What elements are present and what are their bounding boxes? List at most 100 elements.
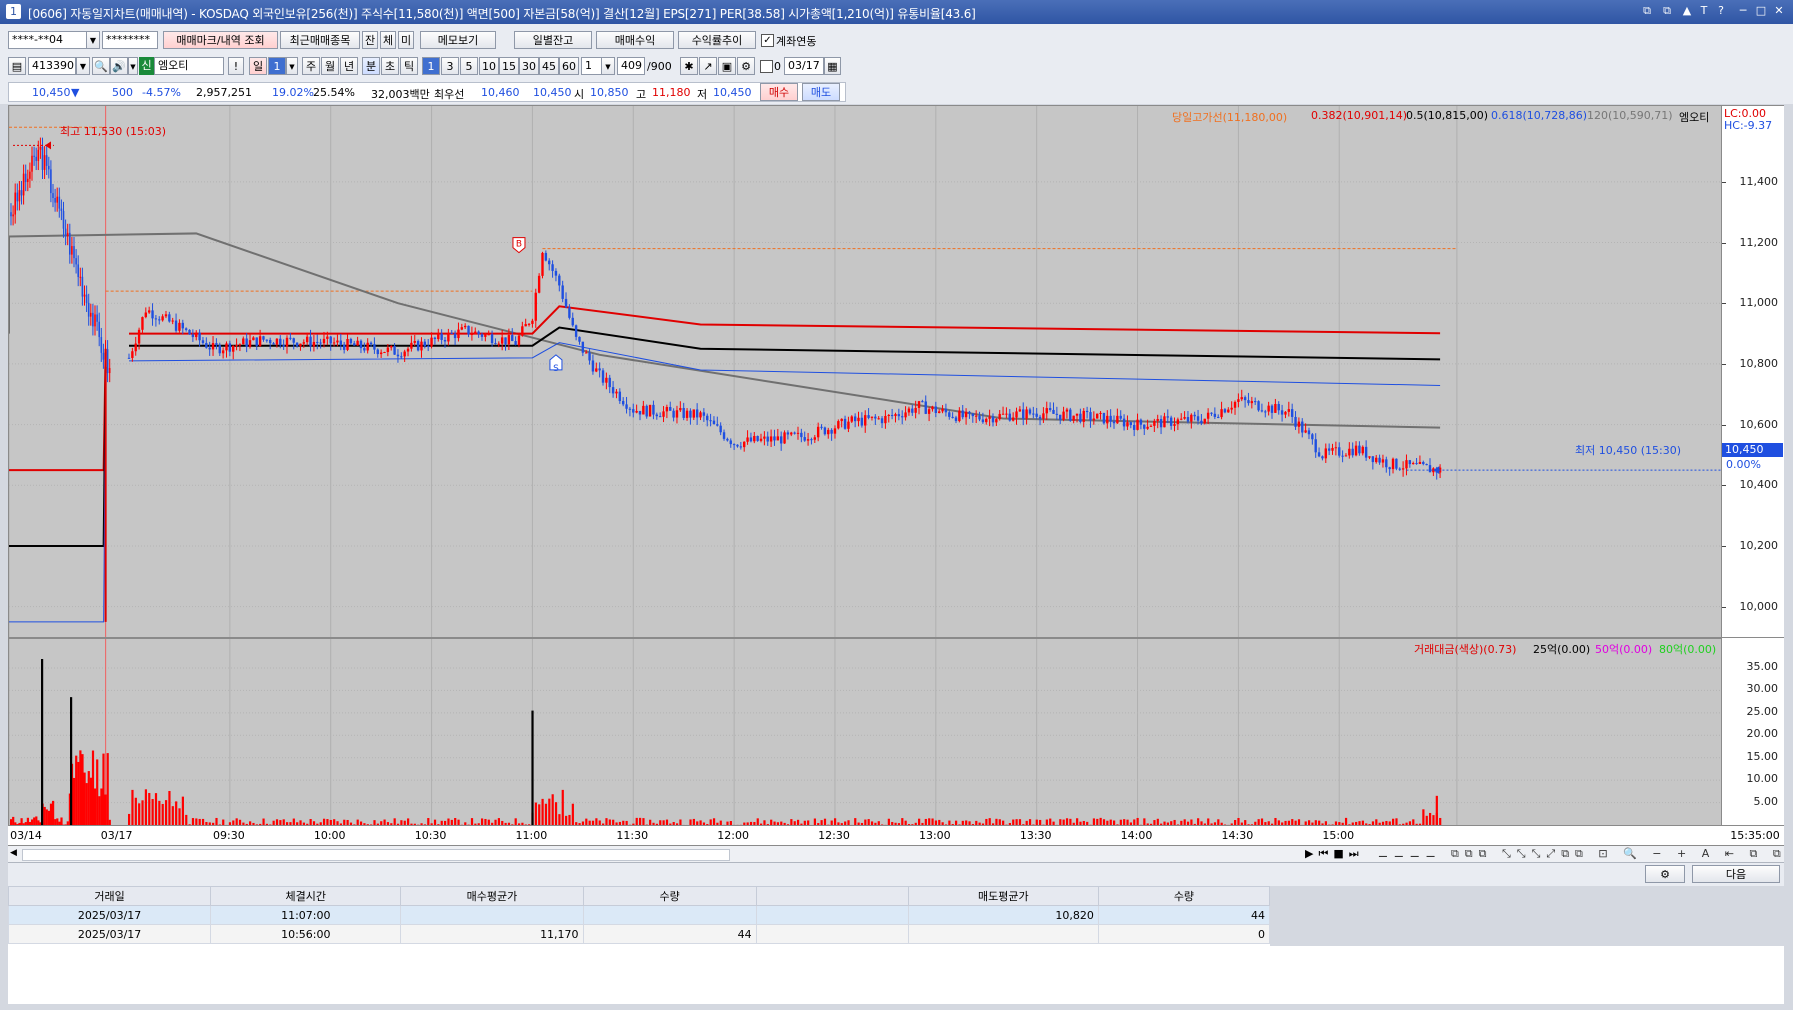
- volume-bar: [75, 755, 78, 825]
- price-chart-pane[interactable]: BS 당일고가선(11,180,00) 0.382(10,901,14) 0.5…: [8, 105, 1722, 638]
- volume-chart-svg[interactable]: [9, 639, 1721, 825]
- volume-bar: [585, 818, 588, 825]
- unfilled-button[interactable]: 미: [398, 31, 414, 49]
- period-minute-tab[interactable]: 분: [362, 57, 380, 75]
- period-year-tab[interactable]: 년: [340, 57, 358, 75]
- cascade-icon[interactable]: ⧉: [1660, 4, 1674, 18]
- day-count-dropdown-icon[interactable]: ▼: [286, 57, 298, 75]
- volume-bar: [319, 822, 322, 825]
- minute-3-button[interactable]: 3: [441, 57, 459, 75]
- period-second-tab[interactable]: 초: [381, 57, 399, 75]
- period-tick-tab[interactable]: 틱: [400, 57, 418, 75]
- prev-candle-body: [90, 312, 92, 317]
- volume-bar: [77, 761, 80, 825]
- table-row[interactable]: 2025/03/17 11:07:00 10,820 44: [7, 905, 1271, 925]
- calendar-icon[interactable]: ▦: [824, 57, 841, 75]
- data-count-input[interactable]: 409: [617, 57, 645, 75]
- sell-button[interactable]: 매도: [802, 83, 840, 101]
- candle-body: [786, 432, 790, 435]
- prev-candle-body: [45, 155, 48, 166]
- period-day-count[interactable]: 1: [268, 57, 286, 75]
- stock-code-input[interactable]: 413390: [28, 57, 76, 75]
- close-icon[interactable]: ✕: [1772, 4, 1786, 18]
- indicator-add-icon[interactable]: ✱: [680, 57, 698, 75]
- prev-candle-body: [96, 314, 98, 322]
- account-dropdown-icon[interactable]: ▼: [86, 31, 100, 49]
- minute-60-button[interactable]: 60: [559, 57, 579, 75]
- chart-menu-icon[interactable]: ▤: [8, 57, 26, 75]
- minimize-icon[interactable]: ─: [1736, 4, 1750, 18]
- minute-30-button[interactable]: 30: [519, 57, 539, 75]
- date-input[interactable]: 03/17: [784, 57, 824, 75]
- volume-bar: [975, 820, 978, 825]
- trade-marks-query-button[interactable]: 매매마크/내역 조회: [163, 31, 278, 49]
- maximize-icon[interactable]: □: [1754, 4, 1768, 18]
- table-row[interactable]: 2025/03/17 10:56:00 11,170 44 0: [7, 924, 1271, 944]
- candle-body: [440, 333, 443, 340]
- period-month-tab[interactable]: 월: [321, 57, 339, 75]
- speaker-icon[interactable]: 🔊: [110, 57, 128, 75]
- account-link-checkbox[interactable]: ✓: [761, 34, 774, 47]
- candle-body: [1411, 463, 1415, 465]
- candle-body: [1173, 424, 1176, 426]
- font-icon[interactable]: T: [1697, 4, 1711, 18]
- help-icon[interactable]: ?: [1714, 4, 1728, 18]
- candle-body: [147, 310, 151, 313]
- volume-chart-pane[interactable]: 거래대금(색상)(0.73) 25억(0.00) 50억(0.00) 80억(0…: [8, 638, 1722, 826]
- restore-icon[interactable]: ⧉: [1640, 4, 1654, 18]
- volume-bar: [1395, 818, 1398, 825]
- grid-settings-icon[interactable]: ⚙: [1645, 865, 1685, 883]
- minute-45-button[interactable]: 45: [539, 57, 559, 75]
- candle-body: [816, 426, 820, 438]
- scroll-left-icon[interactable]: ◀: [10, 848, 22, 860]
- minute-1-button[interactable]: 1: [422, 57, 440, 75]
- pin-icon[interactable]: ▲: [1680, 4, 1694, 18]
- profit-trend-button[interactable]: 수익률추이: [678, 31, 756, 49]
- candle-body: [1035, 413, 1038, 417]
- stock-code-dropdown-icon[interactable]: ▼: [76, 57, 90, 75]
- password-field[interactable]: ********: [102, 31, 158, 49]
- save-icon[interactable]: ▣: [718, 57, 736, 75]
- next-button[interactable]: 다음: [1692, 865, 1780, 883]
- search-icon[interactable]: 🔍: [92, 57, 110, 75]
- candle-body: [433, 337, 437, 340]
- recent-trades-button[interactable]: 최근매매종목: [280, 31, 360, 49]
- volume-bar: [1297, 819, 1301, 825]
- playback-controls[interactable]: ▶⏮■⏭: [1305, 847, 1364, 861]
- screen-number: [0606]: [28, 7, 67, 21]
- speaker-dropdown-icon[interactable]: ▼: [128, 57, 138, 75]
- minute-15-button[interactable]: 15: [499, 57, 519, 75]
- alert-button[interactable]: !: [228, 57, 244, 75]
- daily-balance-button[interactable]: 일별잔고: [514, 31, 592, 49]
- balance-button[interactable]: 잔: [362, 31, 378, 49]
- period-day-tab[interactable]: 일: [249, 57, 267, 75]
- minute-10-button[interactable]: 10: [479, 57, 499, 75]
- prev-candle-body: [83, 294, 86, 297]
- draw-tool-icon[interactable]: ↗: [699, 57, 717, 75]
- executed-button[interactable]: 체: [380, 31, 396, 49]
- candle-body: [127, 357, 131, 359]
- volume-bar: [235, 818, 238, 825]
- stock-name-field[interactable]: 엠오티: [154, 57, 224, 75]
- period-week-tab[interactable]: 주: [302, 57, 320, 75]
- legend-fib-05: 0.5(10,815,00): [1406, 109, 1489, 122]
- price-chart-svg[interactable]: BS: [9, 106, 1721, 637]
- volume-bar: [877, 821, 880, 825]
- memo-view-button[interactable]: 메모보기: [420, 31, 496, 49]
- interval-dropdown-icon[interactable]: ▼: [601, 57, 615, 75]
- volume-bar: [400, 820, 403, 825]
- scroll-thumb[interactable]: [22, 849, 730, 861]
- chart-scrollbar[interactable]: ◀ ▶⏮■⏭ ⚊⚊⚊⚊ ⧉⧉⧉ ⤡⤡⤡⤢⧉⧉ ⊡ 🔍 − + A ⇤ ⧉ ⧉: [8, 846, 1784, 863]
- candle-body: [265, 339, 269, 341]
- candle-body: [1005, 413, 1008, 415]
- candle-body: [215, 343, 218, 346]
- zero-checkbox[interactable]: [760, 60, 773, 73]
- settings-gear-icon[interactable]: ⚙: [737, 57, 755, 75]
- volume-bar: [198, 818, 201, 825]
- volume-bar: [528, 824, 531, 825]
- chart-tool-icons[interactable]: ⚊⚊⚊⚊ ⧉⧉⧉ ⤡⤡⤡⤢⧉⧉ ⊡ 🔍 − + A ⇤ ⧉ ⧉: [1378, 847, 1787, 861]
- candle-body: [1378, 457, 1381, 463]
- trade-profit-button[interactable]: 매매수익: [596, 31, 674, 49]
- minute-5-button[interactable]: 5: [460, 57, 478, 75]
- buy-button[interactable]: 매수: [760, 83, 798, 101]
